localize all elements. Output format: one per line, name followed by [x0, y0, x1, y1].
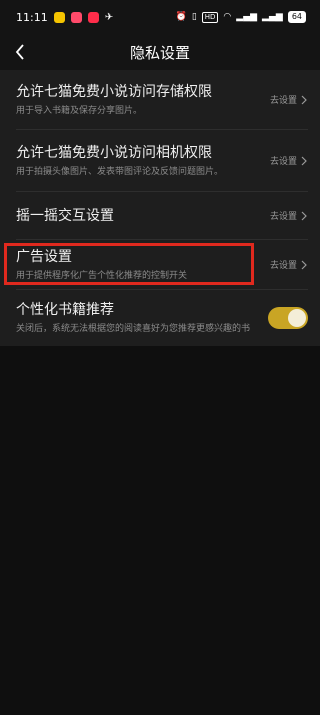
row-description: 关闭后，系统无法根据您的阅读喜好为您推荐更感兴趣的书: [16, 324, 251, 334]
row-description: 用于提供程序化广告个性化推荐的控制开关: [16, 270, 188, 281]
alarm-icon: ⏰: [175, 12, 187, 22]
row-title: 允许七猫免费小说访问存储权限: [16, 83, 212, 100]
row-description: 用于导入书籍及保存分享图片。: [16, 105, 143, 116]
row-title: 个性化书籍推荐: [16, 302, 114, 318]
network-badge: HD: [201, 11, 219, 23]
toggle-knob: [288, 309, 306, 327]
row-title: 摇一摇交互设置: [16, 207, 114, 224]
app-notification-icon: ✈︎: [104, 11, 114, 23]
back-button[interactable]: [0, 34, 40, 70]
go-settings-label: 去设置: [269, 261, 297, 271]
row-title: 允许七猫免费小说访问相机权限: [16, 144, 212, 161]
nav-bar: 隐私设置: [0, 34, 320, 70]
go-settings-link[interactable]: 去设置: [270, 209, 308, 222]
row-text: 个性化书籍推荐 关闭后，系统无法根据您的阅读喜好为您推荐更感兴趣的书: [16, 301, 258, 335]
go-settings-link[interactable]: 去设置: [270, 93, 308, 106]
app-notification-icon: [53, 11, 65, 23]
storage-permission-row[interactable]: 允许七猫免费小说访问存储权限 用于导入书籍及保存分享图片。 去设置: [16, 70, 308, 130]
status-right: ⏰ ▯ HD ◠ ▂▄▆ ▂▄▆ 64: [176, 11, 306, 23]
shake-interaction-row[interactable]: 摇一摇交互设置 去设置: [16, 192, 308, 240]
settings-list: 允许七猫免费小说访问存储权限 用于导入书籍及保存分享图片。 去设置 允许七猫免费…: [0, 70, 320, 346]
go-settings-label: 去设置: [269, 212, 297, 222]
personalized-recommendation-row: 个性化书籍推荐 关闭后，系统无法根据您的阅读喜好为您推荐更感兴趣的书: [16, 290, 308, 346]
signal-icon: ▂▄▆: [262, 12, 283, 22]
app-notification-icon: [87, 11, 99, 23]
wifi-icon: ◠: [223, 12, 232, 22]
recommendation-toggle[interactable]: [268, 307, 308, 329]
go-settings-label: 去设置: [269, 157, 297, 167]
row-text: 允许七猫免费小说访问相机权限 用于拍摄头像图片、发表带图评论及反馈问题图片。: [16, 144, 270, 178]
app-notification-icon: [70, 11, 82, 23]
page-title: 隐私设置: [129, 43, 190, 62]
status-bar: 11:11 ✈︎ ⏰ ▯ HD ◠ ▂▄▆ ▂▄▆ 64: [0, 0, 320, 34]
go-settings-label: 去设置: [269, 96, 297, 106]
row-text: 广告设置 用于提供程序化广告个性化推荐的控制开关: [16, 248, 270, 282]
chevron-right-icon: [301, 95, 307, 104]
battery-indicator: 64: [287, 11, 306, 23]
chevron-left-icon: [15, 44, 24, 60]
status-time: 11:11: [16, 10, 48, 24]
row-text: 摇一摇交互设置: [16, 207, 270, 225]
row-title: 广告设置: [16, 248, 72, 265]
chevron-right-icon: [301, 260, 307, 269]
chevron-right-icon: [301, 211, 307, 220]
chevron-right-icon: [301, 156, 307, 165]
go-settings-link[interactable]: 去设置: [270, 154, 308, 167]
row-description: 用于拍摄头像图片、发表带图评论及反馈问题图片。: [16, 166, 224, 177]
row-text: 允许七猫免费小说访问存储权限 用于导入书籍及保存分享图片。: [16, 83, 270, 117]
status-left: 11:11 ✈︎: [16, 11, 113, 24]
go-settings-link[interactable]: 去设置: [270, 258, 308, 271]
vibrate-icon: ▯: [191, 12, 197, 22]
signal-icon: ▂▄▆: [236, 12, 258, 22]
ad-settings-row[interactable]: 广告设置 用于提供程序化广告个性化推荐的控制开关 去设置: [4, 240, 308, 290]
camera-permission-row[interactable]: 允许七猫免费小说访问相机权限 用于拍摄头像图片、发表带图评论及反馈问题图片。 去…: [16, 130, 308, 192]
